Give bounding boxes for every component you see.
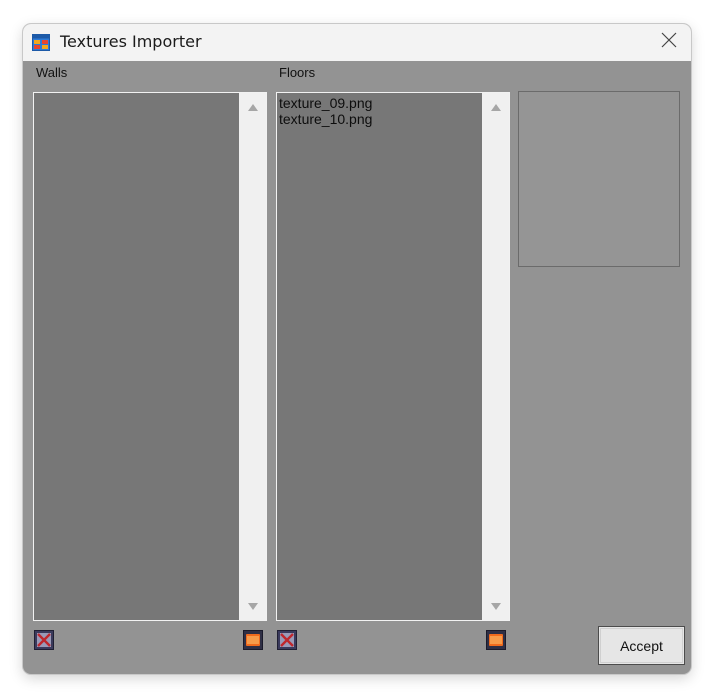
walls-label: Walls [36,65,68,80]
remove-x-icon [34,630,54,654]
floors-scroll-up-button[interactable] [482,97,509,117]
list-item[interactable]: texture_09.png [279,95,479,111]
walls-add-button[interactable] [243,630,263,650]
add-folder-icon [243,630,263,654]
floors-remove-button[interactable] [277,630,297,650]
scroll-up-icon [247,98,258,116]
close-icon [661,32,677,53]
remove-x-icon [277,630,297,654]
window-title: Textures Importer [60,32,202,51]
walls-scroll-down-button[interactable] [239,596,266,616]
texture-preview-panel [518,91,680,267]
walls-remove-button[interactable] [34,630,54,650]
title-bar: Textures Importer [23,24,691,61]
floors-list-items: texture_09.png texture_10.png [279,95,479,127]
walls-scroll-up-button[interactable] [239,97,266,117]
list-item[interactable]: texture_10.png [279,111,479,127]
close-button[interactable] [647,24,691,61]
window-app-icon [32,34,50,51]
scroll-down-icon [247,597,258,615]
accept-button[interactable]: Accept [598,626,685,665]
add-folder-icon [486,630,506,654]
walls-listbox[interactable] [33,92,267,621]
floors-listbox[interactable]: texture_09.png texture_10.png [276,92,510,621]
scroll-down-icon [490,597,501,615]
walls-scrollbar[interactable] [239,93,266,620]
textures-importer-window: Textures Importer Walls Floors texture_0… [23,24,691,674]
floors-add-button[interactable] [486,630,506,650]
scroll-up-icon [490,98,501,116]
floors-scrollbar[interactable] [482,93,509,620]
floors-label: Floors [279,65,316,80]
floors-scroll-down-button[interactable] [482,596,509,616]
